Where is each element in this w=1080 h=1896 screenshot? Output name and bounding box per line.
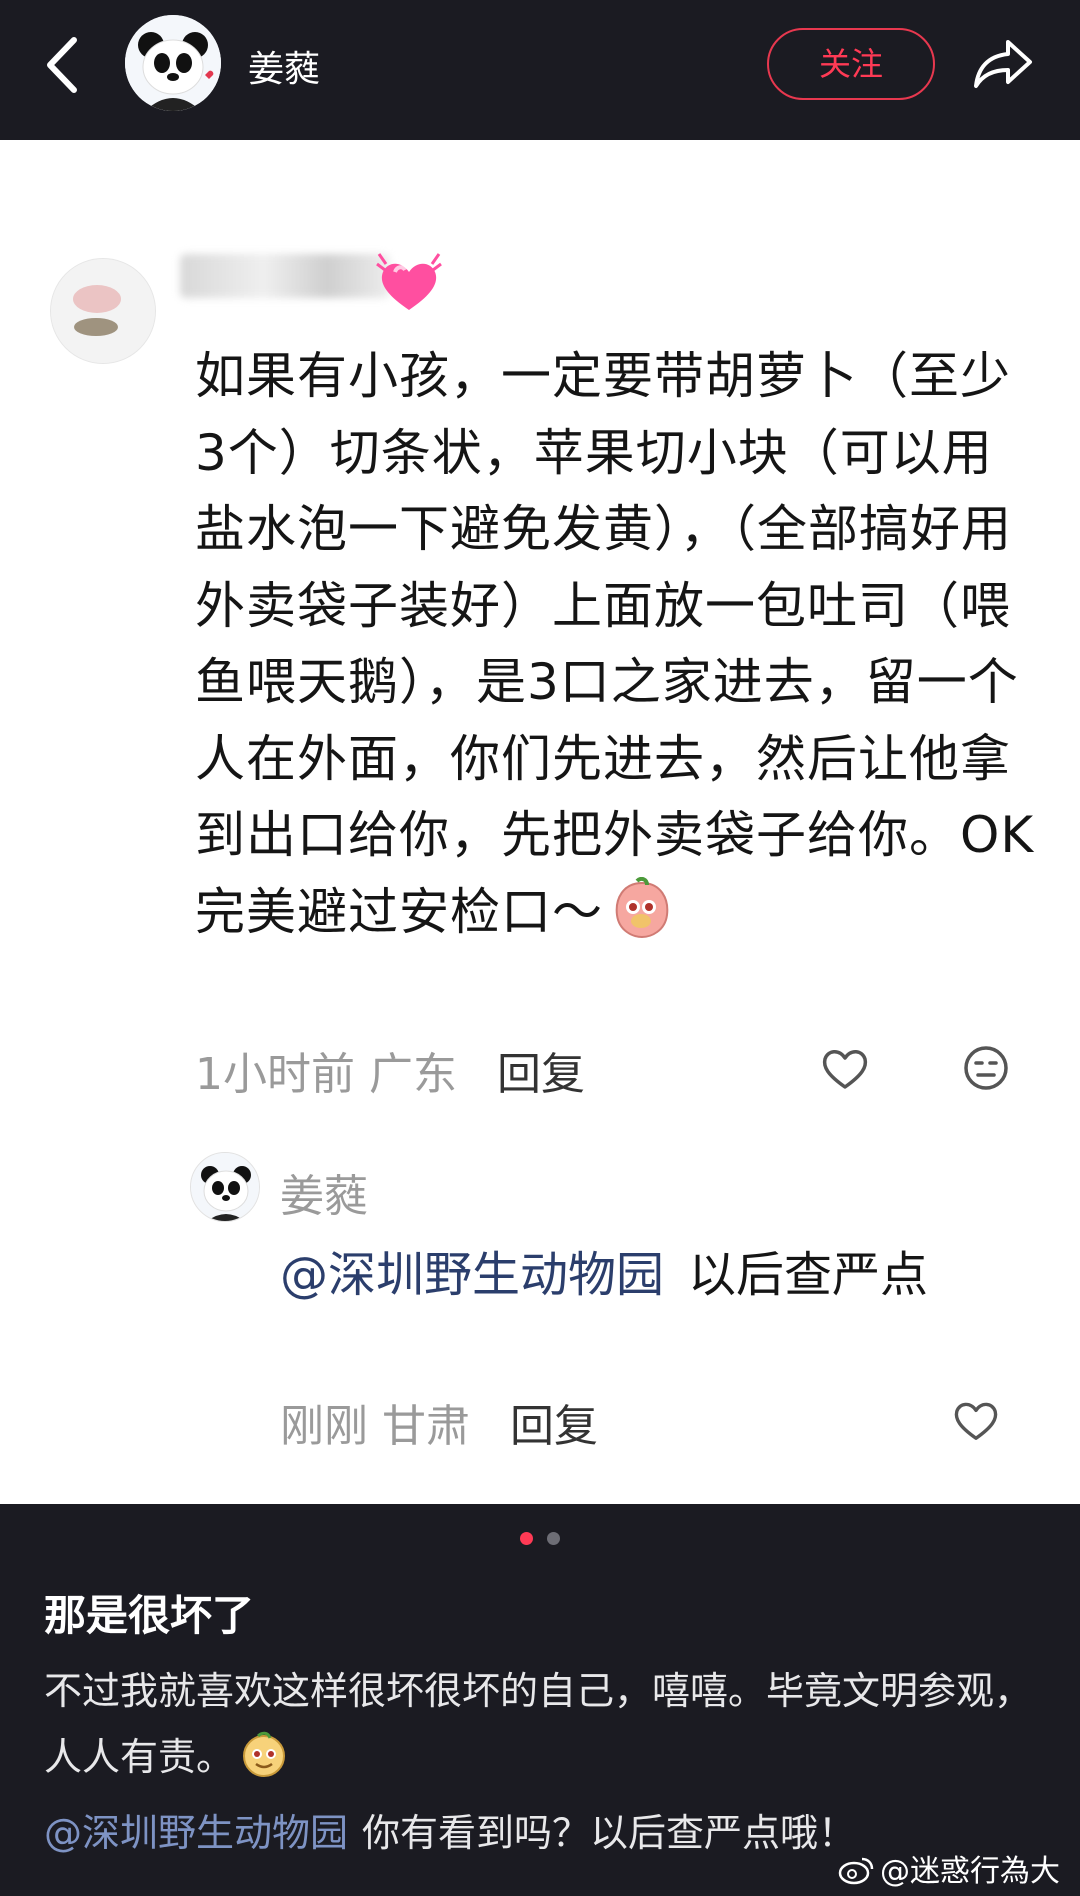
- pagination-dots: [0, 1530, 1080, 1549]
- emoji-face-icon[interactable]: [962, 1044, 1010, 1092]
- panda-avatar-icon: [191, 1153, 259, 1221]
- comment-text-content: 如果有小孩，一定要带胡萝卜（至少3个）切条状，苹果切小块（可以用盐水泡一下避免发…: [195, 347, 1035, 941]
- comment-location: 广东: [369, 1049, 457, 1100]
- like-heart-icon[interactable]: [952, 1397, 1000, 1443]
- reply-author-avatar[interactable]: [190, 1152, 260, 1222]
- reply-text-content: 以后查严点: [688, 1247, 929, 1303]
- username[interactable]: 姜蕤: [248, 40, 320, 92]
- comment-time: 1小时前: [195, 1049, 355, 1100]
- mention-link[interactable]: @深圳野生动物园: [280, 1247, 664, 1303]
- reply-meta: 刚刚 甘肃 回复: [280, 1390, 598, 1454]
- commenter-avatar[interactable]: [50, 258, 156, 364]
- blurred-avatar-icon: [51, 259, 155, 363]
- pink-heart-emoji: [376, 253, 442, 310]
- pagination-dot[interactable]: [546, 1532, 560, 1545]
- mention-link[interactable]: @深圳野生动物园: [44, 1811, 348, 1855]
- follow-button[interactable]: 关注: [767, 28, 935, 100]
- top-bar: 姜蕤 关注: [0, 0, 1080, 140]
- post-body: 不过我就喜欢这样很坏很坏的自己，嘻嘻。毕竟文明参观，人人有责。: [44, 1658, 1044, 1790]
- post-mention-line: @深圳野生动物园 你有看到吗？以后查严点哦！: [44, 1800, 856, 1866]
- reply-text: @深圳野生动物园 以后查严点: [280, 1238, 1020, 1312]
- smile-emoji: [243, 1731, 286, 1777]
- like-heart-icon[interactable]: [820, 1045, 870, 1091]
- weibo-logo-icon: [838, 1857, 874, 1885]
- comment-text: 如果有小孩，一定要带胡萝卜（至少3个）切条状，苹果切小块（可以用盐水泡一下避免发…: [195, 338, 1035, 950]
- reply-button[interactable]: 回复: [497, 1049, 585, 1100]
- reply-button[interactable]: 回复: [510, 1401, 598, 1452]
- peach-emoji: [615, 876, 669, 938]
- panda-avatar-icon: [125, 15, 221, 111]
- pagination-dot-active[interactable]: [520, 1532, 534, 1545]
- comment-meta: 1小时前 广东 回复: [195, 1038, 585, 1102]
- reply-author-name[interactable]: 姜蕤: [280, 1160, 368, 1224]
- avatar[interactable]: [125, 15, 221, 111]
- back-arrow-icon[interactable]: [40, 30, 90, 100]
- reply-time: 刚刚: [280, 1401, 368, 1452]
- post-body-text: 不过我就喜欢这样很坏很坏的自己，嘻嘻。毕竟文明参观，人人有责。: [44, 1669, 1033, 1779]
- commenter-name-obscured: [180, 254, 390, 298]
- comment-card: 如果有小孩，一定要带胡萝卜（至少3个）切条状，苹果切小块（可以用盐水泡一下避免发…: [0, 140, 1080, 1504]
- share-icon[interactable]: [970, 30, 1036, 96]
- post-mention-text: 你有看到吗？以后查严点哦！: [362, 1811, 857, 1855]
- watermark: @迷惑行為大賞: [838, 1846, 1080, 1896]
- post-title: 那是很坏了: [44, 1591, 255, 1640]
- reply-location: 甘肃: [382, 1401, 470, 1452]
